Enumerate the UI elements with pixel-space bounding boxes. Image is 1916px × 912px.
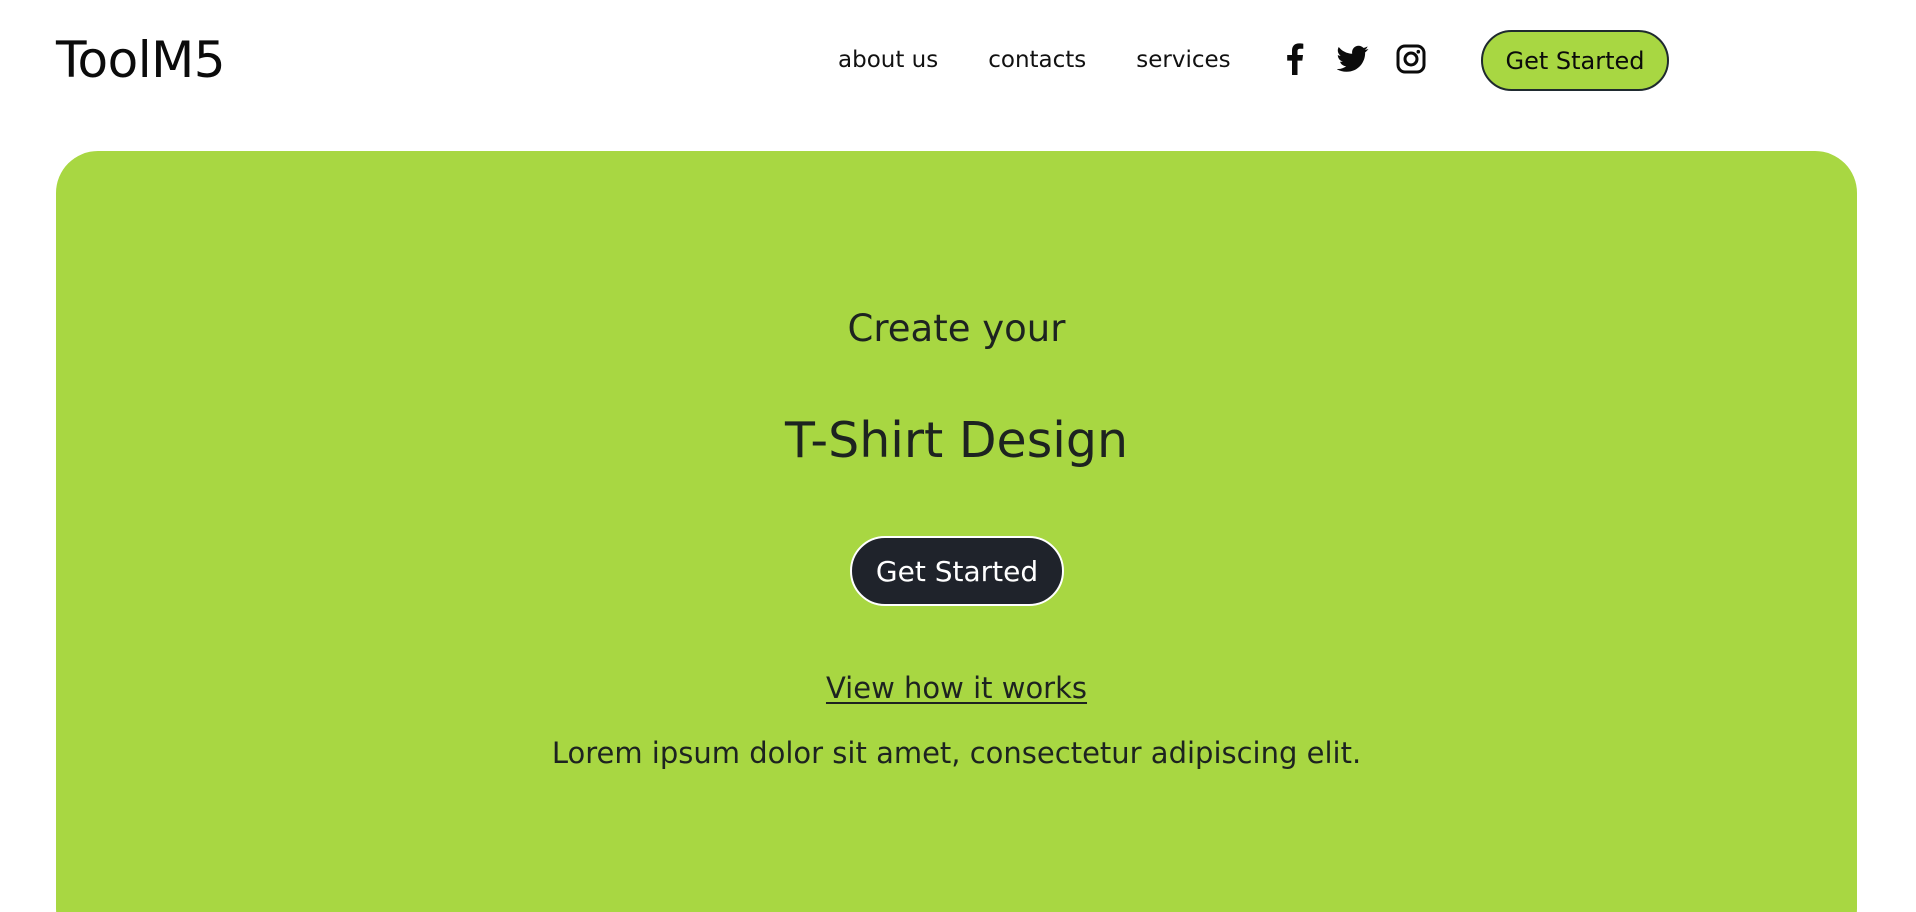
main-nav: about us contacts services [838,44,1231,76]
nav-link-services[interactable]: services [1136,44,1230,76]
hero-section: Create your T-Shirt Design Get Started V… [56,151,1857,912]
instagram-icon[interactable] [1394,42,1428,76]
nav-link-contacts[interactable]: contacts [988,44,1086,76]
hero-description: Lorem ipsum dolor sit amet, consectetur … [551,736,1362,770]
facebook-icon[interactable] [1278,42,1312,76]
how-it-works-wrapper: View how it works [56,669,1857,707]
twitter-icon[interactable] [1336,42,1370,76]
site-header: ToolM5 about us contacts services Get St… [0,0,1916,122]
hero-get-started-button[interactable]: Get Started [850,536,1064,606]
nav-link-about-us[interactable]: about us [838,44,938,76]
social-links [1278,42,1428,76]
logo[interactable]: ToolM5 [56,28,226,92]
page: ToolM5 about us contacts services Get St… [0,0,1916,912]
hero-kicker: Create your [847,307,1066,350]
header-get-started-button[interactable]: Get Started [1481,30,1669,91]
view-how-it-works-link[interactable]: View how it works [826,671,1087,705]
hero-title: T-Shirt Design [785,412,1128,469]
